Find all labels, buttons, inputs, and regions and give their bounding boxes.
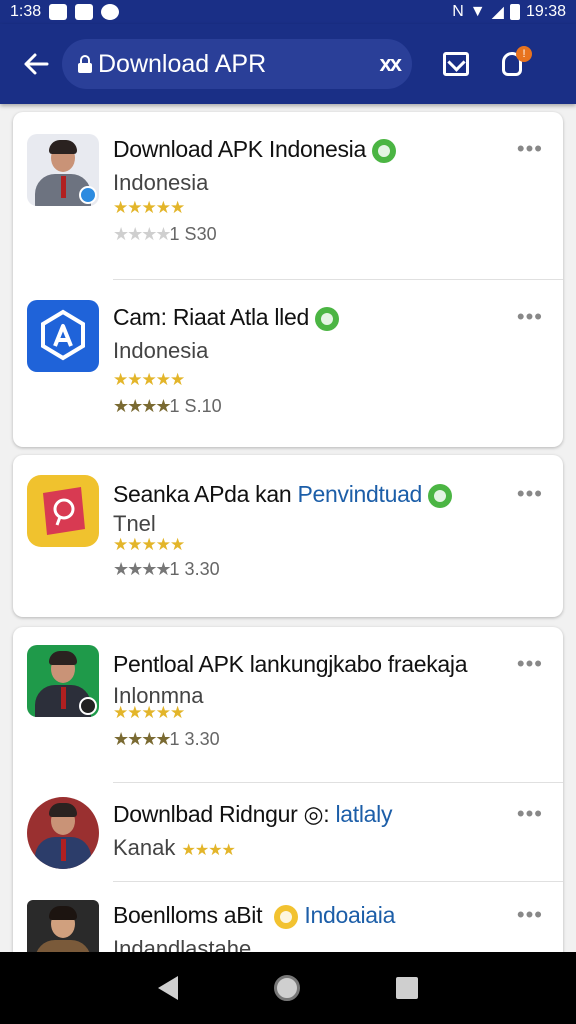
list-item[interactable]: Pentloal APK lankungjkabo fraekaja Inlon… bbox=[13, 627, 563, 783]
nav-recents-icon[interactable] bbox=[396, 977, 418, 999]
more-icon[interactable]: ••• bbox=[517, 801, 543, 827]
app-title: Seanka APda kan Penvindtuad bbox=[113, 481, 453, 508]
status-bar: 1:38 N ▼ ◢ 19:38 bbox=[0, 0, 576, 24]
verified-badge-icon bbox=[79, 186, 97, 204]
signal-icon: ◢ bbox=[491, 4, 504, 21]
more-icon[interactable]: ••• bbox=[517, 304, 543, 330]
app-subtitle: Indonesia bbox=[113, 338, 209, 363]
more-icon[interactable]: ••• bbox=[517, 136, 543, 162]
app-icon-shield bbox=[27, 300, 99, 372]
more-icon[interactable]: ••• bbox=[517, 481, 543, 507]
app-icon-avatar bbox=[27, 645, 99, 717]
app-title: Pentloal APK lankungjkabo fraekaja bbox=[113, 651, 468, 677]
app-subtitle: Kanak ★★★★ bbox=[113, 835, 236, 860]
app-title: Download APK Indonesia bbox=[113, 136, 396, 163]
app-title: Downlbad Ridngur ◎: latlaly bbox=[113, 801, 393, 827]
lightbulb-icon: ! bbox=[500, 46, 532, 80]
emoji-badge-icon bbox=[274, 904, 299, 929]
notification-icon bbox=[49, 4, 68, 20]
app-icon-chat bbox=[27, 475, 99, 547]
app-bar: Download APR xx ! bbox=[0, 24, 576, 104]
star-rating: ★★★★★ bbox=[113, 535, 185, 554]
notification-dot: ! bbox=[516, 46, 532, 62]
list-item[interactable]: Cam: Riaat Atla lled Indonesia ★★★★★ ★★★… bbox=[13, 280, 563, 447]
rating-line: ★★★★1 S.10 bbox=[113, 396, 222, 416]
wifi-icon: ▼ bbox=[469, 3, 486, 20]
list-item[interactable]: Downlbad Ridngur ◎: latlaly Kanak ★★★★ •… bbox=[13, 783, 563, 881]
rating-line: ★★★★1 S30 bbox=[113, 224, 217, 244]
more-icon[interactable]: ••• bbox=[517, 651, 543, 677]
verified-badge-icon bbox=[428, 483, 453, 508]
rating-line: ★★★★1 3.30 bbox=[113, 559, 220, 579]
star-rating: ★★★★★ bbox=[113, 198, 185, 217]
back-arrow-icon[interactable] bbox=[12, 40, 60, 88]
nav-home-icon[interactable] bbox=[274, 975, 300, 1001]
list-item[interactable]: Seanka APda kan Penvindtuad Tnel ★★★★★ ★… bbox=[13, 455, 563, 617]
star-rating: ★★★★★ bbox=[113, 370, 185, 389]
rating-line: ★★★★1 3.30 bbox=[113, 729, 220, 749]
more-icon[interactable]: ••• bbox=[517, 902, 543, 928]
verified-badge-icon bbox=[314, 306, 339, 331]
mail-button[interactable] bbox=[432, 40, 480, 88]
star-rating: ★★★★ bbox=[181, 842, 236, 859]
result-card: Download APK Indonesia Indonesia ★★★★★ ★… bbox=[13, 112, 563, 447]
app-title: Boenlloms aBit Indoaiaia bbox=[113, 902, 396, 929]
battery-icon bbox=[509, 4, 520, 20]
badge-icon bbox=[79, 697, 97, 715]
clear-icon[interactable]: xx bbox=[380, 51, 403, 77]
lock-icon bbox=[78, 55, 92, 73]
star-rating: ★★★★★ bbox=[113, 703, 185, 722]
system-nav-bar bbox=[0, 952, 576, 1024]
image-notification-icon bbox=[75, 4, 94, 20]
app-icon-avatar bbox=[27, 134, 99, 206]
app-subtitle: Tnel bbox=[113, 511, 156, 536]
status-time-left: 1:38 bbox=[10, 3, 42, 20]
result-card: Seanka APda kan Penvindtuad Tnel ★★★★★ ★… bbox=[13, 455, 563, 617]
verified-badge-icon bbox=[371, 138, 396, 163]
app-icon-avatar bbox=[27, 797, 99, 869]
search-text[interactable]: Download APR bbox=[98, 50, 380, 79]
app-title: Cam: Riaat Atla lled bbox=[113, 304, 339, 331]
status-time-right: 19:38 bbox=[525, 3, 566, 20]
list-item[interactable]: Download APK Indonesia Indonesia ★★★★★ ★… bbox=[13, 112, 563, 280]
status-left: 1:38 bbox=[10, 3, 120, 21]
network-indicator: N bbox=[452, 3, 464, 20]
result-card: Pentloal APK lankungjkabo fraekaja Inlon… bbox=[13, 627, 563, 972]
search-input[interactable]: Download APR xx bbox=[62, 39, 412, 89]
app-subtitle: Indonesia bbox=[113, 170, 209, 195]
status-right: N ▼ ◢ 19:38 bbox=[452, 2, 566, 22]
nav-back-icon[interactable] bbox=[158, 976, 178, 1000]
messenger-icon bbox=[101, 4, 120, 20]
lightbulb-button[interactable]: ! bbox=[490, 40, 538, 88]
mail-icon bbox=[443, 52, 469, 76]
